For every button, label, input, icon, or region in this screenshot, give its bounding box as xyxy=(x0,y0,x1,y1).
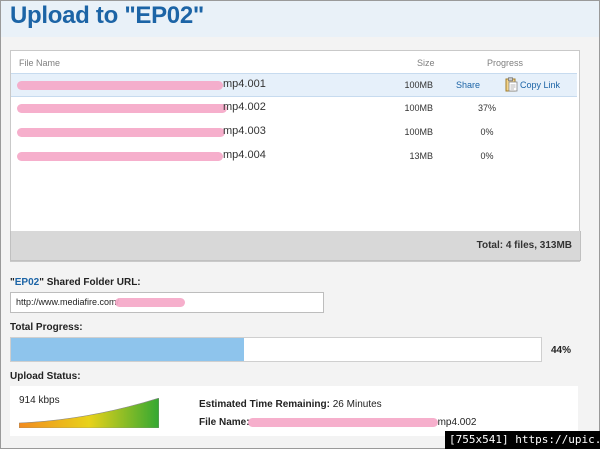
file-size: 100MB xyxy=(404,103,433,113)
current-file-suffix: mp4.002 xyxy=(437,417,477,428)
shared-folder-label-text: " Shared Folder URL: xyxy=(39,277,141,288)
table-row[interactable]: mp4.001 100MB Share Copy Link xyxy=(11,73,577,97)
eta-value: 26 Minutes xyxy=(332,399,382,410)
file-name-suffix: mp4.003 xyxy=(223,125,266,137)
share-link[interactable]: Share xyxy=(456,80,480,90)
upload-status-panel: 914 kbps Estimated Time Remaining: 26 Mi… xyxy=(10,386,578,436)
current-file-label: File Name: xyxy=(199,417,250,428)
shared-folder-url-field[interactable]: http://www.mediafire.com/ xyxy=(10,292,324,313)
total-progress-label: Total Progress: xyxy=(10,322,83,333)
progress-fill xyxy=(11,338,245,361)
table-footer: Total: 4 files, 313MB xyxy=(10,231,581,261)
total-progress-percent: 44% xyxy=(551,345,572,356)
upload-dialog: Upload to "EP02" File Name Size Progress… xyxy=(0,0,600,449)
file-size: 100MB xyxy=(404,127,433,137)
redacted-filename xyxy=(17,81,223,90)
file-progress: 0% xyxy=(480,127,494,137)
column-header-file-name: File Name xyxy=(19,58,61,68)
clipboard-icon[interactable] xyxy=(505,77,518,92)
column-header-progress: Progress xyxy=(487,58,524,68)
redacted-current-file xyxy=(248,418,438,427)
file-size: 100MB xyxy=(404,80,433,90)
redacted-url xyxy=(115,298,185,307)
folder-name: EP02 xyxy=(14,277,40,288)
total-progress-bar xyxy=(10,337,542,362)
copy-link[interactable]: Copy Link xyxy=(520,80,560,90)
dialog-header: Upload to "EP02" xyxy=(1,1,599,37)
file-name-suffix: mp4.002 xyxy=(223,101,266,113)
total-summary: Total: 4 files, 313MB xyxy=(476,240,572,251)
file-name-suffix: mp4.004 xyxy=(223,149,266,161)
eta-label: Estimated Time Remaining: xyxy=(199,399,330,410)
shared-folder-url: http://www.mediafire.com/ xyxy=(16,297,120,307)
upload-status-label: Upload Status: xyxy=(10,371,81,382)
shared-folder-label: "EP02" Shared Folder URL: xyxy=(10,277,141,288)
table-row[interactable]: mp4.003 100MB 0% xyxy=(11,121,577,143)
file-size: 13MB xyxy=(409,151,433,161)
speed-gauge xyxy=(19,398,159,428)
column-header-size: Size xyxy=(417,58,435,68)
eta-row: Estimated Time Remaining: 26 Minutes xyxy=(199,399,382,410)
file-name-suffix: mp4.001 xyxy=(223,78,266,90)
watermark: [755x541] https://upic.me/ xyxy=(445,431,600,449)
file-progress: 0% xyxy=(480,151,494,161)
table-row[interactable]: mp4.004 13MB 0% xyxy=(11,145,577,167)
redacted-filename xyxy=(17,104,227,113)
file-progress: 37% xyxy=(477,103,496,113)
page-title: Upload to "EP02" xyxy=(10,2,204,29)
redacted-filename xyxy=(17,128,225,137)
redacted-filename xyxy=(17,152,223,161)
table-row[interactable]: mp4.002 100MB 37% xyxy=(11,97,577,119)
